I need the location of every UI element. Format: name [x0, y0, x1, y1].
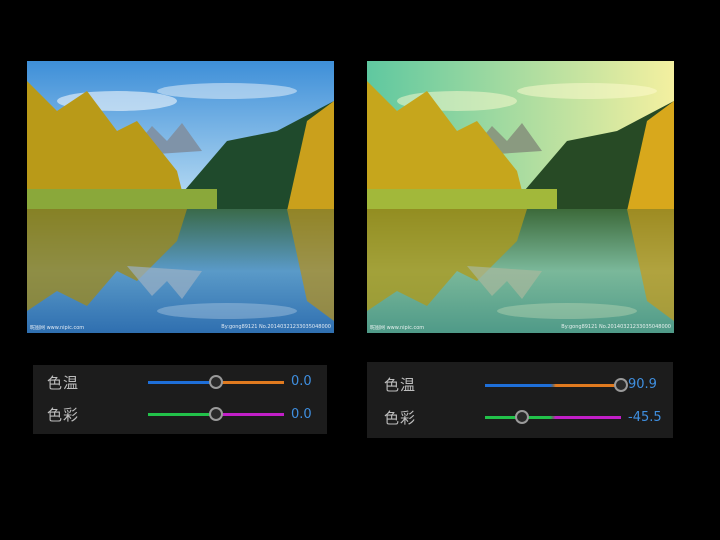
temperature-slider[interactable]: [485, 384, 621, 387]
watermark-right: By:gong89121 No.20140321233035048000: [221, 324, 331, 330]
temperature-slider-thumb[interactable]: [209, 375, 223, 389]
tint-slider[interactable]: [485, 416, 621, 419]
adjusted-photo: 昵图网 www.nipic.com By:gong89121 No.201403…: [367, 61, 674, 333]
right-adjustment-panel: 色温 90.9 色彩 -45.5: [367, 362, 673, 438]
tint-slider-thumb[interactable]: [209, 407, 223, 421]
tint-label: 色彩: [47, 406, 80, 424]
tint-value: 0.0: [291, 407, 312, 422]
temperature-label: 色温: [384, 376, 417, 394]
temperature-value: 90.9: [628, 377, 657, 392]
watermark-right: By:gong89121 No.20140321233035048000: [561, 324, 671, 330]
watermark-left: 昵图网 www.nipic.com: [30, 325, 85, 331]
watermark-left: 昵图网 www.nipic.com: [370, 325, 425, 331]
original-photo: 昵图网 www.nipic.com By:gong89121 No.201403…: [27, 61, 334, 333]
temperature-label: 色温: [47, 374, 80, 392]
tint-value: -45.5: [628, 410, 662, 425]
temperature-slider-thumb[interactable]: [614, 378, 628, 392]
left-adjustment-panel: 色温 0.0 色彩 0.0: [33, 365, 327, 434]
temperature-value: 0.0: [291, 374, 312, 389]
tint-slider-thumb[interactable]: [514, 410, 529, 424]
tint-label: 色彩: [384, 409, 417, 427]
